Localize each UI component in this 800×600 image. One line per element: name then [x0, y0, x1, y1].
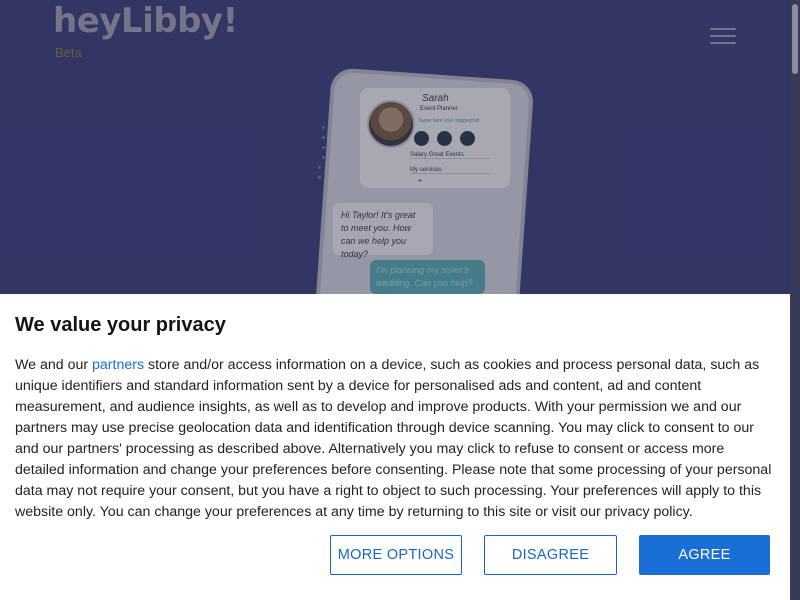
more-options-button[interactable]: MORE OPTIONS	[330, 535, 462, 575]
consent-text-start: We and our	[15, 357, 93, 373]
consent-body: We and our partners store and/or access …	[15, 355, 777, 523]
partners-link[interactable]: partners	[92, 357, 144, 373]
consent-text-rest: store and/or access information on a dev…	[15, 357, 772, 520]
disagree-button[interactable]: DISAGREE	[484, 535, 617, 575]
scrollbar-track[interactable]	[790, 0, 800, 600]
consent-title: We value your privacy	[15, 314, 226, 336]
agree-button[interactable]: AGREE	[639, 535, 770, 575]
scrollbar-thumb[interactable]	[792, 4, 798, 74]
privacy-consent-dialog: We value your privacy We and our partner…	[0, 294, 790, 600]
